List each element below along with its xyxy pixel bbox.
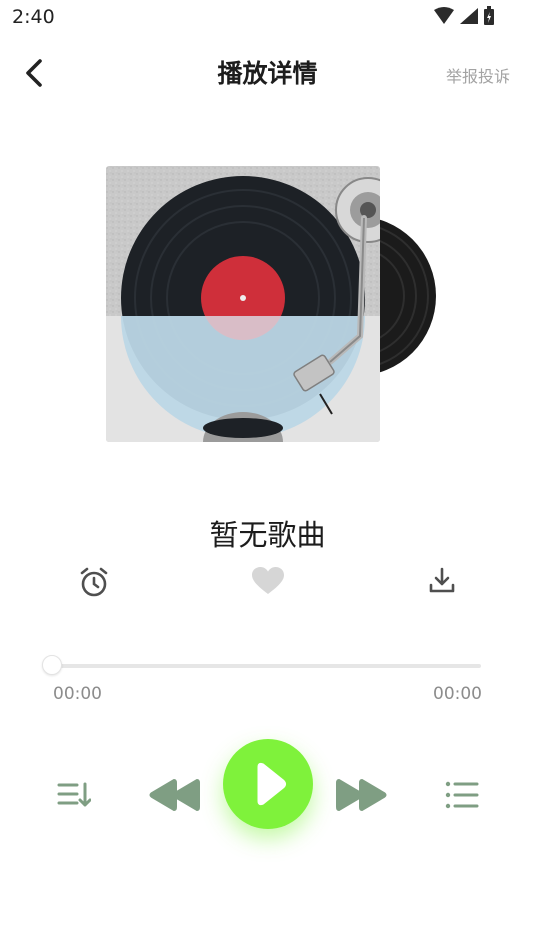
status-time: 2:40 [12, 6, 55, 28]
progress-thumb[interactable] [42, 655, 62, 675]
report-link[interactable]: 举报投诉 [446, 63, 510, 87]
vinyl-album-art [106, 166, 436, 442]
sleep-timer-button[interactable] [78, 566, 110, 598]
playlist-icon [445, 781, 479, 809]
progress-bar[interactable] [53, 664, 481, 668]
previous-button[interactable] [148, 777, 200, 813]
total-time: 00:00 [433, 684, 482, 704]
download-button[interactable] [427, 566, 457, 596]
album-cover [106, 166, 441, 442]
alarm-clock-icon [80, 567, 108, 597]
next-button[interactable] [336, 777, 388, 813]
like-button[interactable] [251, 566, 285, 596]
current-time: 00:00 [53, 684, 102, 704]
play-order-button[interactable] [57, 779, 92, 811]
wifi-icon [434, 7, 454, 24]
rewind-icon [149, 779, 200, 811]
status-icons [433, 6, 495, 26]
play-order-icon [57, 782, 92, 807]
playlist-button[interactable] [445, 779, 479, 811]
play-icon [257, 762, 286, 806]
play-button[interactable] [223, 739, 313, 829]
download-icon [429, 567, 455, 593]
battery-icon [484, 6, 494, 25]
signal-icon [460, 8, 478, 24]
fast-forward-icon [336, 779, 387, 811]
song-title: 暂无歌曲 [209, 518, 326, 552]
heart-icon [252, 567, 284, 594]
